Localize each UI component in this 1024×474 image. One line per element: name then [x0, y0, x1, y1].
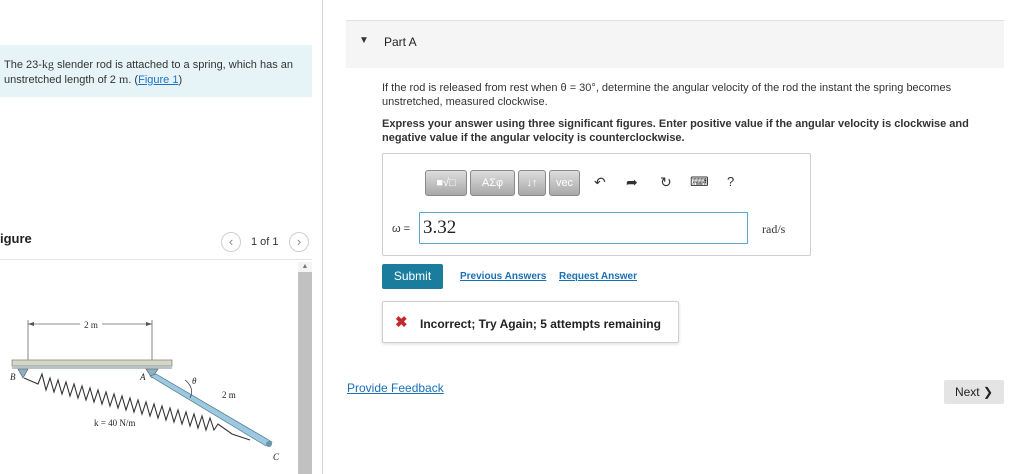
pin-b	[17, 368, 29, 379]
problem-statement: The 23-kg slender rod is attached to a s…	[0, 45, 312, 97]
question-text: If the rod is released from rest when θ …	[382, 82, 952, 108]
label-rod-length: 2 m	[222, 390, 236, 400]
figure-link[interactable]: Figure 1	[138, 74, 178, 86]
greek-symbols-button[interactable]: ΑΣφ	[470, 170, 515, 196]
part-a-header[interactable]: ▼ Part A	[346, 20, 1004, 68]
label-a: A	[139, 372, 146, 382]
dimension-arrow	[28, 322, 34, 326]
dimension-label-top: 2 m	[84, 320, 98, 330]
omega-label: ω =	[392, 223, 411, 235]
figure-diagram: 2 m B A θ 2 m k = 40 N/m C	[10, 318, 280, 462]
request-answer-link[interactable]: Request Answer	[559, 271, 637, 282]
provide-feedback-link[interactable]: Provide Feedback	[347, 381, 444, 395]
vector-button[interactable]: vec	[549, 170, 580, 196]
rod-end-c	[266, 441, 272, 447]
caret-down-icon: ▼	[359, 35, 369, 46]
mass-unit: kg	[41, 57, 54, 71]
templates-button[interactable]: ■√□	[425, 170, 467, 196]
keyboard-icon[interactable]: ⌨	[690, 174, 709, 190]
label-theta: θ	[192, 376, 197, 386]
problem-text: The 23-	[4, 59, 42, 71]
help-button[interactable]: ?	[727, 174, 734, 189]
figure-title: igure	[0, 231, 32, 246]
slender-rod	[149, 373, 273, 447]
problem-text: )	[178, 74, 183, 86]
submit-button[interactable]: Submit	[382, 264, 443, 289]
redo-icon[interactable]: ➦	[626, 174, 638, 191]
ceiling-shadow	[12, 366, 172, 369]
figure-divider	[0, 259, 312, 260]
label-c: C	[273, 452, 280, 462]
next-label: Next	[954, 385, 980, 399]
figure-counter: 1 of 1	[251, 236, 279, 248]
label-b: B	[10, 372, 16, 382]
ceiling-support	[11, 359, 173, 367]
problem-text: . (	[128, 74, 139, 86]
dimension-arrow	[146, 322, 152, 326]
label-spring-constant: k = 40 N/m	[94, 418, 135, 428]
figure-scrollbar-thumb[interactable]	[298, 272, 312, 474]
unit-label: rad/s	[762, 222, 786, 236]
next-button[interactable]: Next ❯	[944, 380, 1004, 404]
chevron-right-icon: ›	[296, 234, 302, 249]
chevron-left-icon: ‹	[228, 234, 234, 249]
reset-icon[interactable]: ↻	[660, 174, 672, 191]
scroll-up-arrow-icon[interactable]: ▲	[298, 262, 312, 272]
chevron-right-icon: ❯	[982, 385, 994, 399]
prev-figure-button[interactable]: ‹	[221, 232, 241, 252]
answer-instructions: Express your answer using three signific…	[382, 118, 969, 144]
arrows-button[interactable]: ↓↑	[518, 170, 546, 196]
length-unit: m	[118, 72, 129, 86]
undo-icon[interactable]: ↶	[594, 174, 606, 191]
previous-answers-link[interactable]: Previous Answers	[460, 271, 546, 282]
close-x-icon: ✖	[395, 314, 408, 331]
spring	[23, 372, 251, 441]
part-title: Part A	[384, 35, 417, 49]
answer-input[interactable]	[419, 212, 748, 244]
next-figure-button[interactable]: ›	[289, 232, 309, 252]
feedback-message: Incorrect; Try Again; 5 attempts remaini…	[420, 317, 661, 331]
left-panel: The 23-kg slender rod is attached to a s…	[0, 0, 323, 474]
